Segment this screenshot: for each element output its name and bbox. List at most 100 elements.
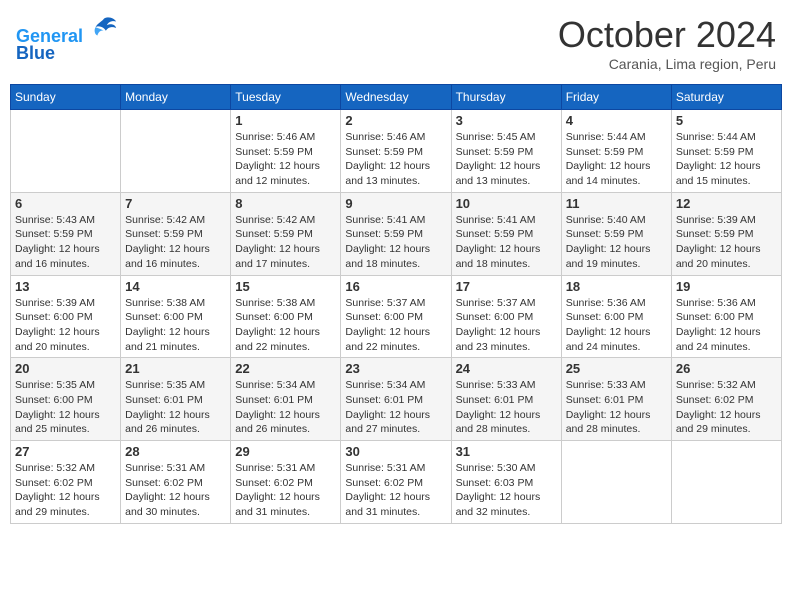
day-info: Sunrise: 5:41 AM Sunset: 5:59 PM Dayligh… [345, 213, 446, 272]
calendar-cell: 29 Sunrise: 5:31 AM Sunset: 6:02 PM Dayli… [231, 441, 341, 524]
calendar-cell: 31Sunrise: 5:30 AM Sunset: 6:03 PM Dayli… [451, 441, 561, 524]
calendar-cell: 28 Sunrise: 5:31 AM Sunset: 6:02 PM Dayli… [121, 441, 231, 524]
calendar-cell: 3Sunrise: 5:45 AM Sunset: 5:59 PM Daylig… [451, 110, 561, 193]
day-number: 22 [235, 361, 336, 376]
calendar-cell: 10 Sunrise: 5:41 AM Sunset: 5:59 PM Dayli… [451, 192, 561, 275]
month-title: October 2024 [558, 14, 776, 56]
day-number: 11 [566, 196, 667, 211]
day-number: 14 [125, 279, 226, 294]
day-number: 25 [566, 361, 667, 376]
day-info: Sunrise: 5:36 AM Sunset: 6:00 PM Dayligh… [566, 296, 667, 355]
day-number: 28 [125, 444, 226, 459]
page-header: General Blue October 2024 Carania, Lima … [10, 10, 782, 76]
calendar-table: SundayMondayTuesdayWednesdayThursdayFrid… [10, 84, 782, 524]
title-block: October 2024 Carania, Lima region, Peru [558, 14, 776, 72]
day-number: 1 [235, 113, 336, 128]
day-number: 13 [15, 279, 116, 294]
calendar-week-row: 20Sunrise: 5:35 AM Sunset: 6:00 PM Dayli… [11, 358, 782, 441]
day-header-tuesday: Tuesday [231, 85, 341, 110]
logo-text: General [16, 14, 118, 47]
day-info: Sunrise: 5:39 AM Sunset: 5:59 PM Dayligh… [676, 213, 777, 272]
day-number: 10 [456, 196, 557, 211]
calendar-header-row: SundayMondayTuesdayWednesdayThursdayFrid… [11, 85, 782, 110]
day-header-friday: Friday [561, 85, 671, 110]
day-number: 23 [345, 361, 446, 376]
day-info: Sunrise: 5:38 AM Sunset: 6:00 PM Dayligh… [125, 296, 226, 355]
calendar-cell: 11 Sunrise: 5:40 AM Sunset: 5:59 PM Dayli… [561, 192, 671, 275]
day-header-thursday: Thursday [451, 85, 561, 110]
calendar-cell [561, 441, 671, 524]
day-number: 21 [125, 361, 226, 376]
logo: General Blue [16, 14, 118, 64]
calendar-cell: 6 Sunrise: 5:43 AM Sunset: 5:59 PM Daylig… [11, 192, 121, 275]
calendar-cell [11, 110, 121, 193]
day-info: Sunrise: 5:31 AM Sunset: 6:02 PM Dayligh… [235, 461, 336, 520]
day-number: 12 [676, 196, 777, 211]
calendar-cell: 2Sunrise: 5:46 AM Sunset: 5:59 PM Daylig… [341, 110, 451, 193]
calendar-cell [671, 441, 781, 524]
day-info: Sunrise: 5:31 AM Sunset: 6:02 PM Dayligh… [125, 461, 226, 520]
day-number: 15 [235, 279, 336, 294]
day-info: Sunrise: 5:42 AM Sunset: 5:59 PM Dayligh… [125, 213, 226, 272]
calendar-cell: 23 Sunrise: 5:34 AM Sunset: 6:01 PM Dayli… [341, 358, 451, 441]
calendar-cell: 20Sunrise: 5:35 AM Sunset: 6:00 PM Dayli… [11, 358, 121, 441]
day-number: 9 [345, 196, 446, 211]
calendar-cell: 30 Sunrise: 5:31 AM Sunset: 6:02 PM Dayli… [341, 441, 451, 524]
day-info: Sunrise: 5:43 AM Sunset: 5:59 PM Dayligh… [15, 213, 116, 272]
day-number: 30 [345, 444, 446, 459]
day-info: Sunrise: 5:33 AM Sunset: 6:01 PM Dayligh… [566, 378, 667, 437]
day-number: 8 [235, 196, 336, 211]
calendar-cell: 19 Sunrise: 5:36 AM Sunset: 6:00 PM Dayli… [671, 275, 781, 358]
day-info: Sunrise: 5:45 AM Sunset: 5:59 PM Dayligh… [456, 130, 557, 189]
day-info: Sunrise: 5:34 AM Sunset: 6:01 PM Dayligh… [345, 378, 446, 437]
calendar-cell [121, 110, 231, 193]
day-info: Sunrise: 5:41 AM Sunset: 5:59 PM Dayligh… [456, 213, 557, 272]
day-info: Sunrise: 5:46 AM Sunset: 5:59 PM Dayligh… [235, 130, 336, 189]
day-info: Sunrise: 5:44 AM Sunset: 5:59 PM Dayligh… [566, 130, 667, 189]
day-header-saturday: Saturday [671, 85, 781, 110]
day-info: Sunrise: 5:35 AM Sunset: 6:01 PM Dayligh… [125, 378, 226, 437]
calendar-cell: 4 Sunrise: 5:44 AM Sunset: 5:59 PM Daylig… [561, 110, 671, 193]
day-info: Sunrise: 5:36 AM Sunset: 6:00 PM Dayligh… [676, 296, 777, 355]
calendar-cell: 5 Sunrise: 5:44 AM Sunset: 5:59 PM Daylig… [671, 110, 781, 193]
calendar-week-row: 6 Sunrise: 5:43 AM Sunset: 5:59 PM Daylig… [11, 192, 782, 275]
day-number: 18 [566, 279, 667, 294]
day-number: 4 [566, 113, 667, 128]
location: Carania, Lima region, Peru [558, 56, 776, 72]
calendar-week-row: 1 Sunrise: 5:46 AM Sunset: 5:59 PM Daylig… [11, 110, 782, 193]
calendar-cell: 21 Sunrise: 5:35 AM Sunset: 6:01 PM Dayli… [121, 358, 231, 441]
day-info: Sunrise: 5:34 AM Sunset: 6:01 PM Dayligh… [235, 378, 336, 437]
calendar-cell: 12 Sunrise: 5:39 AM Sunset: 5:59 PM Dayli… [671, 192, 781, 275]
calendar-cell: 8 Sunrise: 5:42 AM Sunset: 5:59 PM Daylig… [231, 192, 341, 275]
day-number: 5 [676, 113, 777, 128]
day-number: 6 [15, 196, 116, 211]
day-info: Sunrise: 5:39 AM Sunset: 6:00 PM Dayligh… [15, 296, 116, 355]
calendar-cell: 16 Sunrise: 5:37 AM Sunset: 6:00 PM Dayli… [341, 275, 451, 358]
day-info: Sunrise: 5:32 AM Sunset: 6:02 PM Dayligh… [676, 378, 777, 437]
day-number: 19 [676, 279, 777, 294]
day-header-wednesday: Wednesday [341, 85, 451, 110]
day-number: 7 [125, 196, 226, 211]
day-number: 16 [345, 279, 446, 294]
day-info: Sunrise: 5:37 AM Sunset: 6:00 PM Dayligh… [456, 296, 557, 355]
day-header-monday: Monday [121, 85, 231, 110]
calendar-cell: 18 Sunrise: 5:36 AM Sunset: 6:00 PM Dayli… [561, 275, 671, 358]
calendar-cell: 7 Sunrise: 5:42 AM Sunset: 5:59 PM Daylig… [121, 192, 231, 275]
day-info: Sunrise: 5:37 AM Sunset: 6:00 PM Dayligh… [345, 296, 446, 355]
day-number: 29 [235, 444, 336, 459]
day-info: Sunrise: 5:33 AM Sunset: 6:01 PM Dayligh… [456, 378, 557, 437]
day-number: 17 [456, 279, 557, 294]
day-number: 31 [456, 444, 557, 459]
calendar-cell: 13 Sunrise: 5:39 AM Sunset: 6:00 PM Dayli… [11, 275, 121, 358]
logo-bird-icon [90, 14, 118, 42]
day-info: Sunrise: 5:40 AM Sunset: 5:59 PM Dayligh… [566, 213, 667, 272]
day-info: Sunrise: 5:31 AM Sunset: 6:02 PM Dayligh… [345, 461, 446, 520]
day-info: Sunrise: 5:32 AM Sunset: 6:02 PM Dayligh… [15, 461, 116, 520]
calendar-cell: 17 Sunrise: 5:37 AM Sunset: 6:00 PM Dayli… [451, 275, 561, 358]
day-info: Sunrise: 5:44 AM Sunset: 5:59 PM Dayligh… [676, 130, 777, 189]
calendar-cell: 1 Sunrise: 5:46 AM Sunset: 5:59 PM Daylig… [231, 110, 341, 193]
calendar-cell: 14 Sunrise: 5:38 AM Sunset: 6:00 PM Dayli… [121, 275, 231, 358]
calendar-cell: 25 Sunrise: 5:33 AM Sunset: 6:01 PM Dayli… [561, 358, 671, 441]
calendar-cell: 22 Sunrise: 5:34 AM Sunset: 6:01 PM Dayli… [231, 358, 341, 441]
day-info: Sunrise: 5:42 AM Sunset: 5:59 PM Dayligh… [235, 213, 336, 272]
